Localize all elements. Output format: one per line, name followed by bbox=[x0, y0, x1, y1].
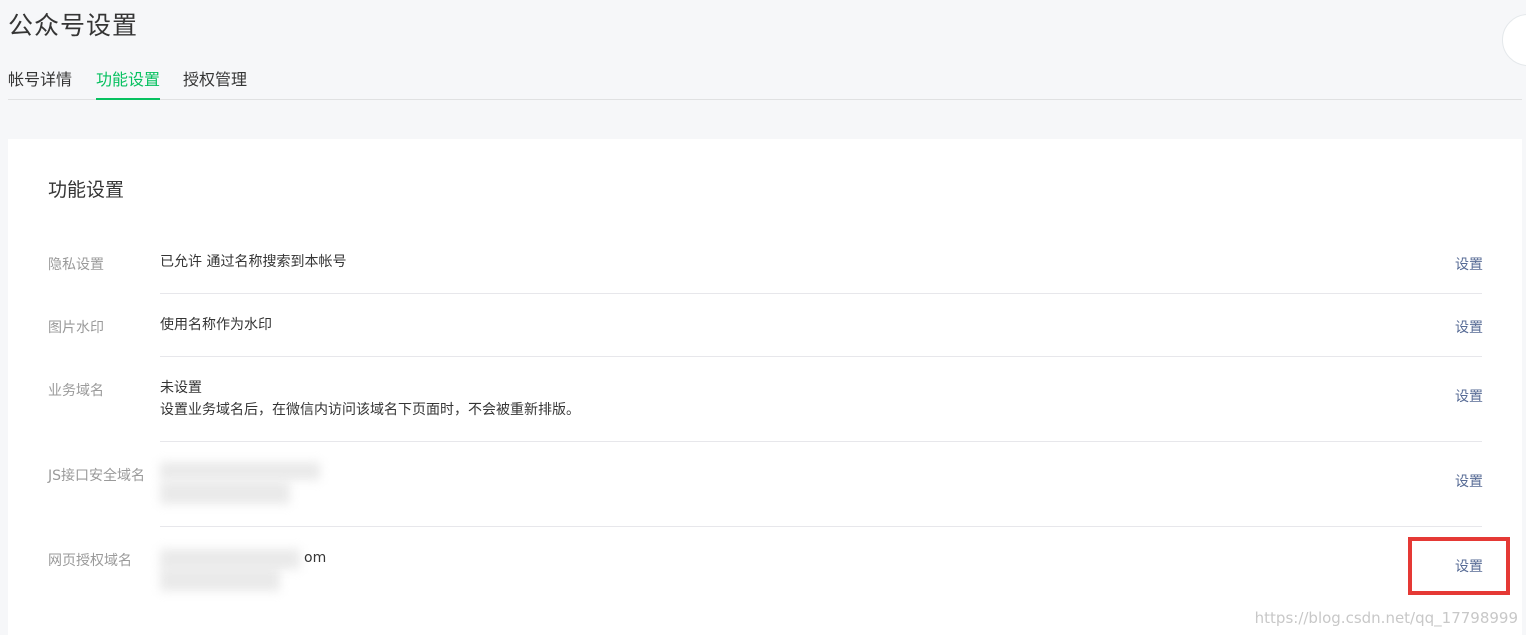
setting-value: 已允许 通过名称搜索到本帐号 bbox=[160, 254, 347, 270]
privacy-settings-link[interactable]: 设置 bbox=[1455, 254, 1483, 274]
redaction-blur bbox=[160, 462, 320, 480]
row-divider bbox=[160, 526, 1482, 527]
setting-label: 网页授权域名 bbox=[48, 553, 132, 569]
tab-account-details[interactable]: 帐号详情 bbox=[8, 66, 72, 98]
redaction-blur bbox=[160, 482, 290, 504]
setting-value: 使用名称作为水印 bbox=[160, 317, 272, 333]
page-title: 公众号设置 bbox=[8, 11, 139, 40]
watermark-settings-link[interactable]: 设置 bbox=[1455, 317, 1483, 337]
setting-row-privacy: 隐私设置 已允许 通过名称搜索到本帐号 设置 bbox=[48, 251, 1483, 294]
settings-card: 功能设置 隐私设置 已允许 通过名称搜索到本帐号 设置 图片水印 使用名称作为水… bbox=[8, 139, 1522, 635]
tab-authorization-management[interactable]: 授权管理 bbox=[183, 66, 247, 98]
setting-row-js-domain: JS接口安全域名 设置 bbox=[48, 462, 1483, 527]
corner-avatar[interactable] bbox=[1502, 14, 1526, 66]
row-divider bbox=[160, 293, 1482, 294]
setting-value: 未设置 bbox=[160, 380, 202, 396]
setting-description: 设置业务域名后，在微信内访问该域名下页面时，不会被重新排版。 bbox=[160, 402, 580, 418]
redaction-blur bbox=[160, 569, 280, 591]
business-domain-settings-link[interactable]: 设置 bbox=[1455, 386, 1483, 406]
js-domain-settings-link[interactable]: 设置 bbox=[1455, 471, 1483, 491]
setting-row-business-domain: 业务域名 未设置 设置业务域名后，在微信内访问该域名下页面时，不会被重新排版。 … bbox=[48, 377, 1483, 442]
setting-label: 图片水印 bbox=[48, 320, 104, 336]
card-title: 功能设置 bbox=[48, 179, 125, 201]
row-divider bbox=[160, 441, 1482, 442]
redacted-domain-value: om bbox=[304, 550, 327, 566]
setting-row-oauth-domain: 网页授权域名 om 设置 bbox=[48, 547, 1483, 612]
tab-bar: 帐号详情 功能设置 授权管理 bbox=[8, 62, 1522, 100]
redaction-blur bbox=[160, 549, 300, 569]
setting-label: 业务域名 bbox=[48, 383, 104, 399]
setting-label: 隐私设置 bbox=[48, 257, 104, 273]
setting-label: JS接口安全域名 bbox=[48, 468, 146, 484]
highlight-annotation bbox=[1408, 537, 1510, 595]
tab-feature-settings[interactable]: 功能设置 bbox=[96, 66, 161, 100]
setting-row-watermark: 图片水印 使用名称作为水印 设置 bbox=[48, 314, 1483, 357]
blog-watermark: https://blog.csdn.net/qq_17798999 bbox=[1254, 609, 1518, 627]
row-divider bbox=[160, 356, 1482, 357]
